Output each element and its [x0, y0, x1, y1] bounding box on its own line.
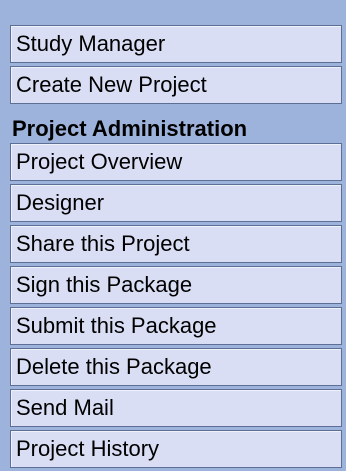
navigation-panel: Study Manager Create New Project Project… [0, 0, 346, 468]
nav-item-label: Project Overview [16, 149, 183, 174]
nav-item-submit-package[interactable]: Submit this Package [10, 307, 342, 345]
nav-item-label: Share this Project [16, 231, 190, 256]
nav-item-project-overview[interactable]: Project Overview [10, 143, 342, 181]
nav-item-label: Delete this Package [16, 354, 212, 379]
main-nav-list: Study Manager Create New Project [10, 25, 342, 107]
nav-item-delete-package[interactable]: Delete this Package [10, 348, 342, 386]
nav-item-label: Study Manager [16, 31, 166, 56]
nav-item-label: Project History [16, 436, 160, 461]
nav-item-designer[interactable]: Designer [10, 184, 342, 222]
nav-item-label: Submit this Package [16, 313, 217, 338]
nav-item-label: Designer [16, 190, 105, 215]
section-heading-project-administration: Project Administration [12, 116, 248, 141]
nav-item-study-manager[interactable]: Study Manager [10, 25, 342, 63]
nav-item-sign-package[interactable]: Sign this Package [10, 266, 342, 304]
nav-item-send-mail[interactable]: Send Mail [10, 389, 342, 427]
nav-item-label: Create New Project [16, 72, 207, 97]
admin-nav-list: Project Overview Designer Share this Pro… [10, 143, 342, 471]
nav-item-project-history[interactable]: Project History [10, 430, 342, 468]
nav-item-share-project[interactable]: Share this Project [10, 225, 342, 263]
nav-item-create-new-project[interactable]: Create New Project [10, 66, 342, 104]
nav-item-label: Sign this Package [16, 272, 193, 297]
nav-item-label: Send Mail [16, 395, 114, 420]
